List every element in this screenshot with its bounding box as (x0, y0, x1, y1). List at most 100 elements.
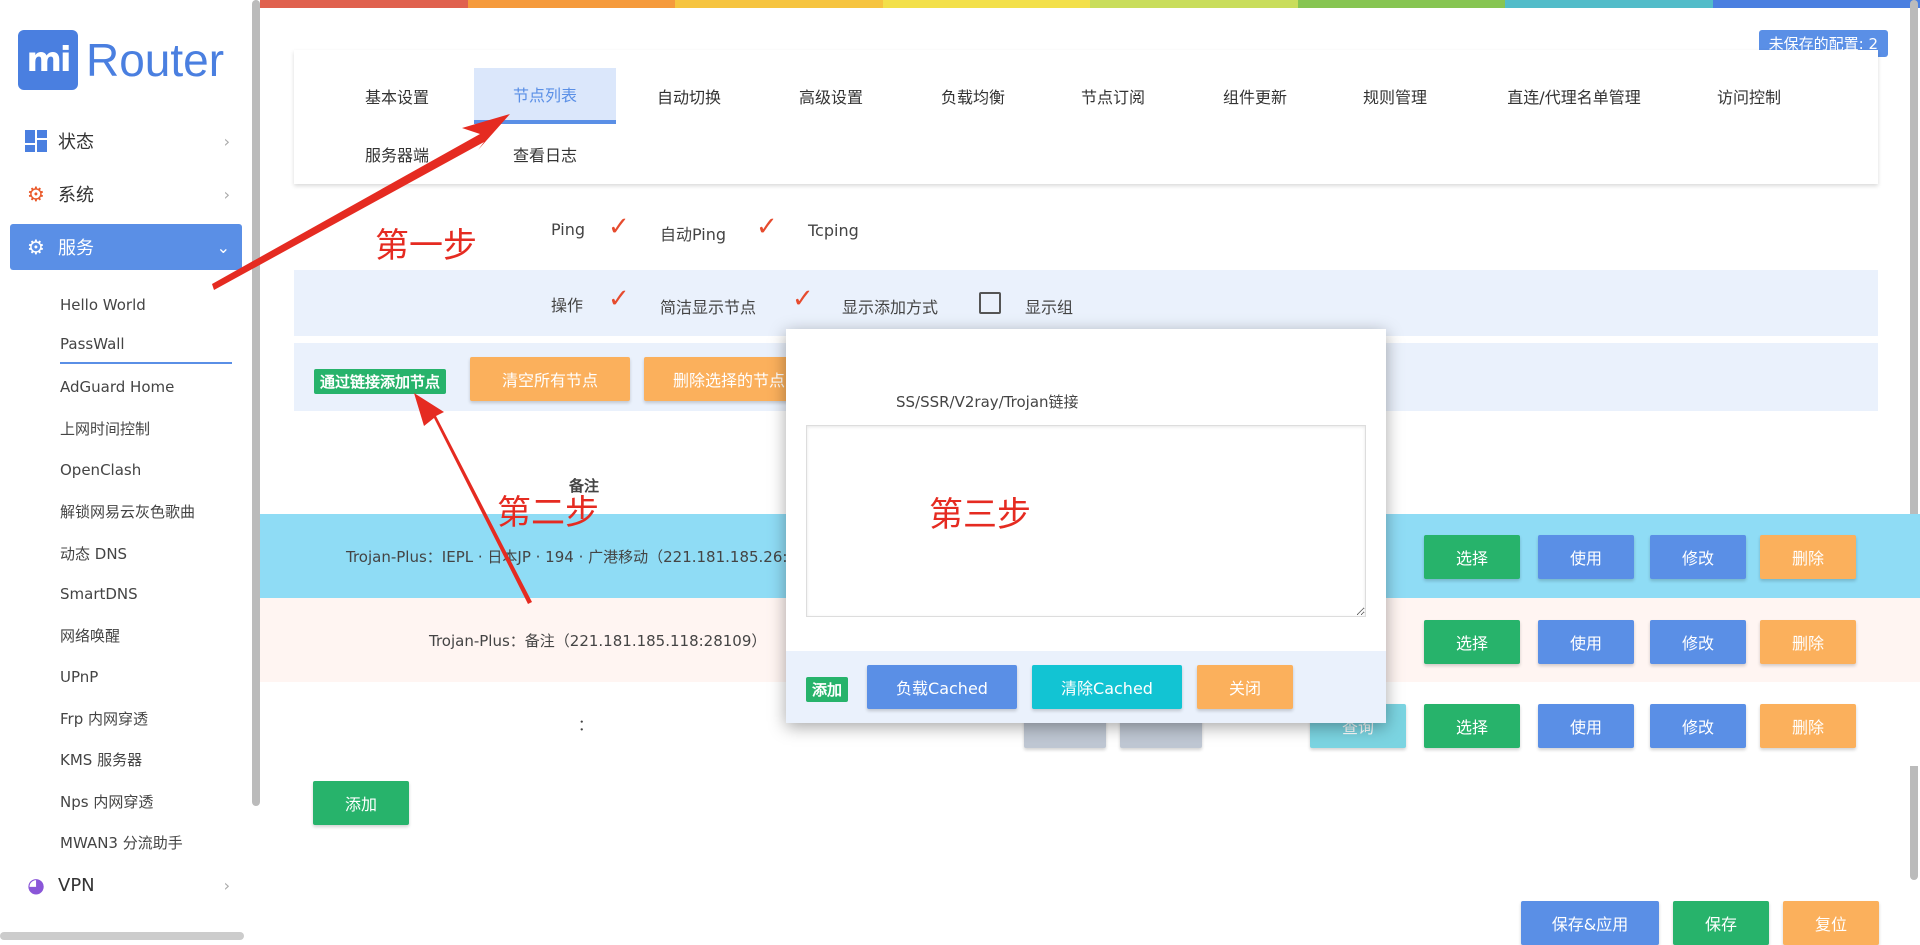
globe-icon: ◕ (24, 873, 48, 897)
compact-display-checkbox[interactable]: ✓ (608, 284, 630, 314)
edit-button[interactable]: 修改 (1650, 620, 1746, 664)
reset-button[interactable]: 复位 (1783, 901, 1879, 945)
sidebar: mi Router 状态 › ⚙ 系统 › ⚙ 服务 ⌄ Hello World… (0, 0, 260, 942)
tab-load-balance[interactable]: 负载均衡 (910, 68, 1036, 124)
tab-basic[interactable]: 基本设置 (334, 68, 460, 124)
clear-all-nodes-button[interactable]: 清空所有节点 (470, 357, 630, 401)
chevron-right-icon: › (224, 185, 230, 204)
node-remark: Trojan-Plus：备注（221.181.185.118:28109） (429, 630, 766, 651)
gear-icon: ⚙ (24, 182, 48, 206)
clear-cached-button[interactable]: 清除Cached (1032, 665, 1182, 709)
submenu-item[interactable]: KMS 服务器 (60, 739, 232, 780)
tab-component-update[interactable]: 组件更新 (1192, 68, 1318, 124)
load-cached-button[interactable]: 负载Cached (867, 665, 1017, 709)
submenu-item[interactable]: Frp 内网穿透 (60, 698, 232, 739)
tab-advanced[interactable]: 高级设置 (768, 68, 894, 124)
stripe-segment (468, 0, 676, 8)
close-button[interactable]: 关闭 (1197, 665, 1293, 709)
delete-button[interactable]: 删除 (1760, 620, 1856, 664)
auto-ping-checkbox[interactable]: ✓ (608, 212, 630, 242)
chevron-right-icon: › (224, 132, 230, 151)
submenu-item[interactable]: OpenClash (60, 450, 232, 491)
sidebar-item-label: 状态 (58, 128, 94, 154)
edit-button[interactable]: 修改 (1650, 535, 1746, 579)
sidebar-item-label: 系统 (58, 181, 94, 207)
step1-annotation: 第一步 (375, 218, 477, 267)
add-link-dialog: SS/SSR/V2ray/Trojan链接 添加 负载Cached 清除Cach… (786, 329, 1386, 723)
stripe-segment (1298, 0, 1506, 8)
tab-view-log[interactable]: 查看日志 (474, 126, 616, 182)
auto-ping-label: 自动Ping (660, 221, 726, 245)
stripe-segment (883, 0, 1091, 8)
save-button[interactable]: 保存 (1673, 901, 1769, 945)
ping-row: Ping ✓ 自动Ping ✓ Tcping (294, 206, 1878, 256)
step3-annotation: 第三步 (929, 487, 1031, 536)
logo-text: Router (86, 33, 224, 87)
submenu-item[interactable]: 网络唤醒 (60, 615, 232, 656)
add-node-button[interactable]: 添加 (313, 781, 409, 825)
tab-bar: 基本设置 节点列表 自动切换 高级设置 负载均衡 节点订阅 组件更新 规则管理 … (294, 50, 1878, 184)
sidebar-item-status[interactable]: 状态 › (10, 118, 242, 164)
save-apply-button[interactable]: 保存&应用 (1521, 901, 1659, 945)
delete-button[interactable]: 删除 (1760, 535, 1856, 579)
gears-icon: ⚙ (24, 235, 48, 259)
sidebar-item-vpn[interactable]: ◕ VPN › (10, 862, 242, 908)
tab-node-list[interactable]: 节点列表 (474, 68, 616, 124)
operations-row: 操作 ✓ 简洁显示节点 ✓ 显示添加方式 显示组 (294, 270, 1878, 336)
tcping-checkbox[interactable]: ✓ (756, 212, 778, 242)
node-remark: ： (578, 714, 593, 735)
sidebar-item-services[interactable]: ⚙ 服务 ⌄ (10, 224, 242, 270)
show-add-method-label: 显示添加方式 (842, 294, 938, 318)
logo-mark: mi (18, 30, 78, 90)
submenu-item[interactable]: SmartDNS (60, 574, 232, 615)
show-group-checkbox[interactable] (979, 292, 1001, 314)
submenu-item[interactable]: MWAN3 分流助手 (60, 822, 232, 863)
sidebar-horizontal-scrollbar[interactable] (0, 932, 244, 940)
tab-rules[interactable]: 规则管理 (1332, 68, 1458, 124)
tcping-label: Tcping (808, 221, 859, 240)
add-by-link-button[interactable]: 通过链接添加节点 (314, 369, 446, 394)
select-button[interactable]: 选择 (1424, 620, 1520, 664)
dialog-footer: 添加 负载Cached 清除Cached 关闭 (786, 651, 1386, 723)
delete-button[interactable]: 删除 (1760, 704, 1856, 748)
color-stripe (260, 0, 1920, 8)
submenu-item[interactable]: Nps 内网穿透 (60, 781, 232, 822)
use-button[interactable]: 使用 (1538, 620, 1634, 664)
logo[interactable]: mi Router (18, 30, 224, 90)
tab-subscribe[interactable]: 节点订阅 (1050, 68, 1176, 124)
tab-auto-switch[interactable]: 自动切换 (626, 68, 752, 124)
chevron-down-icon: ⌄ (217, 238, 230, 257)
edit-button[interactable]: 修改 (1650, 704, 1746, 748)
sidebar-scrollbar[interactable] (252, 0, 260, 806)
operations-label: 操作 (551, 292, 583, 316)
sidebar-vpn-container: ◕ VPN › (10, 862, 242, 915)
tab-access-control[interactable]: 访问控制 (1686, 68, 1812, 124)
submenu-item[interactable]: 上网时间控制 (60, 408, 232, 449)
tab-server[interactable]: 服务器端 (334, 126, 460, 182)
ping-label: Ping (551, 220, 585, 239)
use-button[interactable]: 使用 (1538, 704, 1634, 748)
sidebar-item-system[interactable]: ⚙ 系统 › (10, 171, 242, 217)
dashboard-icon (24, 129, 48, 153)
show-add-method-checkbox[interactable]: ✓ (792, 284, 814, 314)
submenu-item[interactable]: UPnP (60, 657, 232, 698)
submenu-item[interactable]: 解锁网易云灰色歌曲 (60, 491, 232, 532)
stripe-segment (1505, 0, 1713, 8)
submenu-item[interactable]: Hello World (60, 284, 232, 325)
link-textarea[interactable] (806, 425, 1366, 617)
stripe-segment (1090, 0, 1298, 8)
sidebar-item-label: VPN (58, 875, 95, 896)
submenu-item-passwall[interactable]: PassWall (60, 325, 232, 364)
submenu-item[interactable]: AdGuard Home (60, 367, 232, 408)
select-button[interactable]: 选择 (1424, 535, 1520, 579)
submenu-item[interactable]: 动态 DNS (60, 532, 232, 573)
add-link-tag[interactable]: 添加 (806, 677, 848, 702)
sidebar-item-label: 服务 (58, 234, 94, 260)
services-submenu: Hello World PassWall AdGuard Home 上网时间控制… (60, 284, 232, 863)
tab-direct-proxy-list[interactable]: 直连/代理名单管理 (1474, 68, 1674, 124)
step2-annotation: 第二步 (497, 485, 599, 534)
stripe-segment (1713, 0, 1920, 8)
sidebar-nav: 状态 › ⚙ 系统 › ⚙ 服务 ⌄ (10, 118, 242, 277)
use-button[interactable]: 使用 (1538, 535, 1634, 579)
select-button[interactable]: 选择 (1424, 704, 1520, 748)
